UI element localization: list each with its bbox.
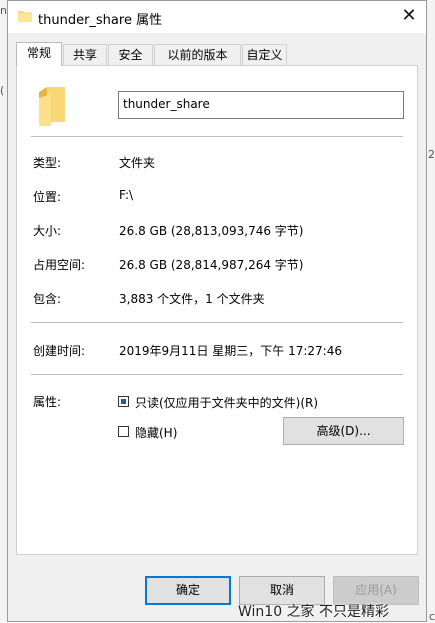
general-panel: thunder_share 类型: 文件夹 位置: F:\ 大小: 26.8 G… — [16, 65, 418, 555]
folder-icon — [39, 87, 65, 126]
tab-previous-versions[interactable]: 以前的版本 — [154, 44, 241, 65]
divider — [31, 322, 403, 323]
background-window-right: :2 c — [424, 0, 435, 623]
contains-label: 包含: — [33, 292, 62, 306]
ok-button[interactable]: 确定 — [145, 576, 231, 605]
contains-value: 3,883 个文件，1 个文件夹 — [119, 292, 265, 306]
window-title: thunder_share 属性 — [38, 13, 163, 28]
divider — [31, 374, 403, 375]
location-label: 位置: — [33, 190, 62, 204]
hidden-checkbox[interactable] — [118, 426, 129, 437]
close-icon[interactable]: ✕ — [398, 5, 420, 27]
tab-general[interactable]: 常规 — [16, 42, 62, 66]
created-value: 2019年9月11日 星期三，下午 17:27:46 — [119, 344, 342, 358]
disk-size-value: 26.8 GB (28,814,987,264 字节) — [119, 258, 304, 272]
background-text: c — [428, 610, 435, 623]
title-bar[interactable]: thunder_share 属性 ✕ — [8, 1, 426, 33]
size-value: 26.8 GB (28,813,093,746 字节) — [119, 224, 304, 238]
background-text: ( — [0, 84, 5, 97]
advanced-button[interactable]: 高级(D)... — [283, 417, 404, 445]
type-value: 文件夹 — [119, 156, 156, 170]
folder-name-input[interactable]: thunder_share — [118, 91, 404, 119]
disk-size-label: 占用空间: — [33, 258, 86, 272]
divider — [31, 136, 403, 137]
watermark-text: Win10 之家 不只是精彩 — [238, 604, 390, 620]
location-value: F:\ — [119, 188, 134, 202]
tab-customize[interactable]: 自定义 — [242, 44, 287, 65]
folder-icon — [18, 11, 32, 22]
type-label: 类型: — [33, 156, 62, 170]
readonly-label[interactable]: 只读(仅应用于文件夹中的文件)(R) — [135, 394, 318, 411]
properties-dialog: thunder_share 属性 ✕ 常规 共享 安全 以前的版本 自定义 th… — [7, 0, 427, 622]
tab-sharing[interactable]: 共享 — [63, 44, 107, 65]
hidden-label[interactable]: 隐藏(H) — [135, 424, 177, 441]
attributes-label: 属性: — [33, 395, 62, 409]
created-label: 创建时间: — [33, 344, 86, 358]
size-label: 大小: — [33, 224, 62, 238]
tab-security[interactable]: 安全 — [108, 44, 153, 65]
readonly-checkbox[interactable] — [118, 396, 129, 407]
